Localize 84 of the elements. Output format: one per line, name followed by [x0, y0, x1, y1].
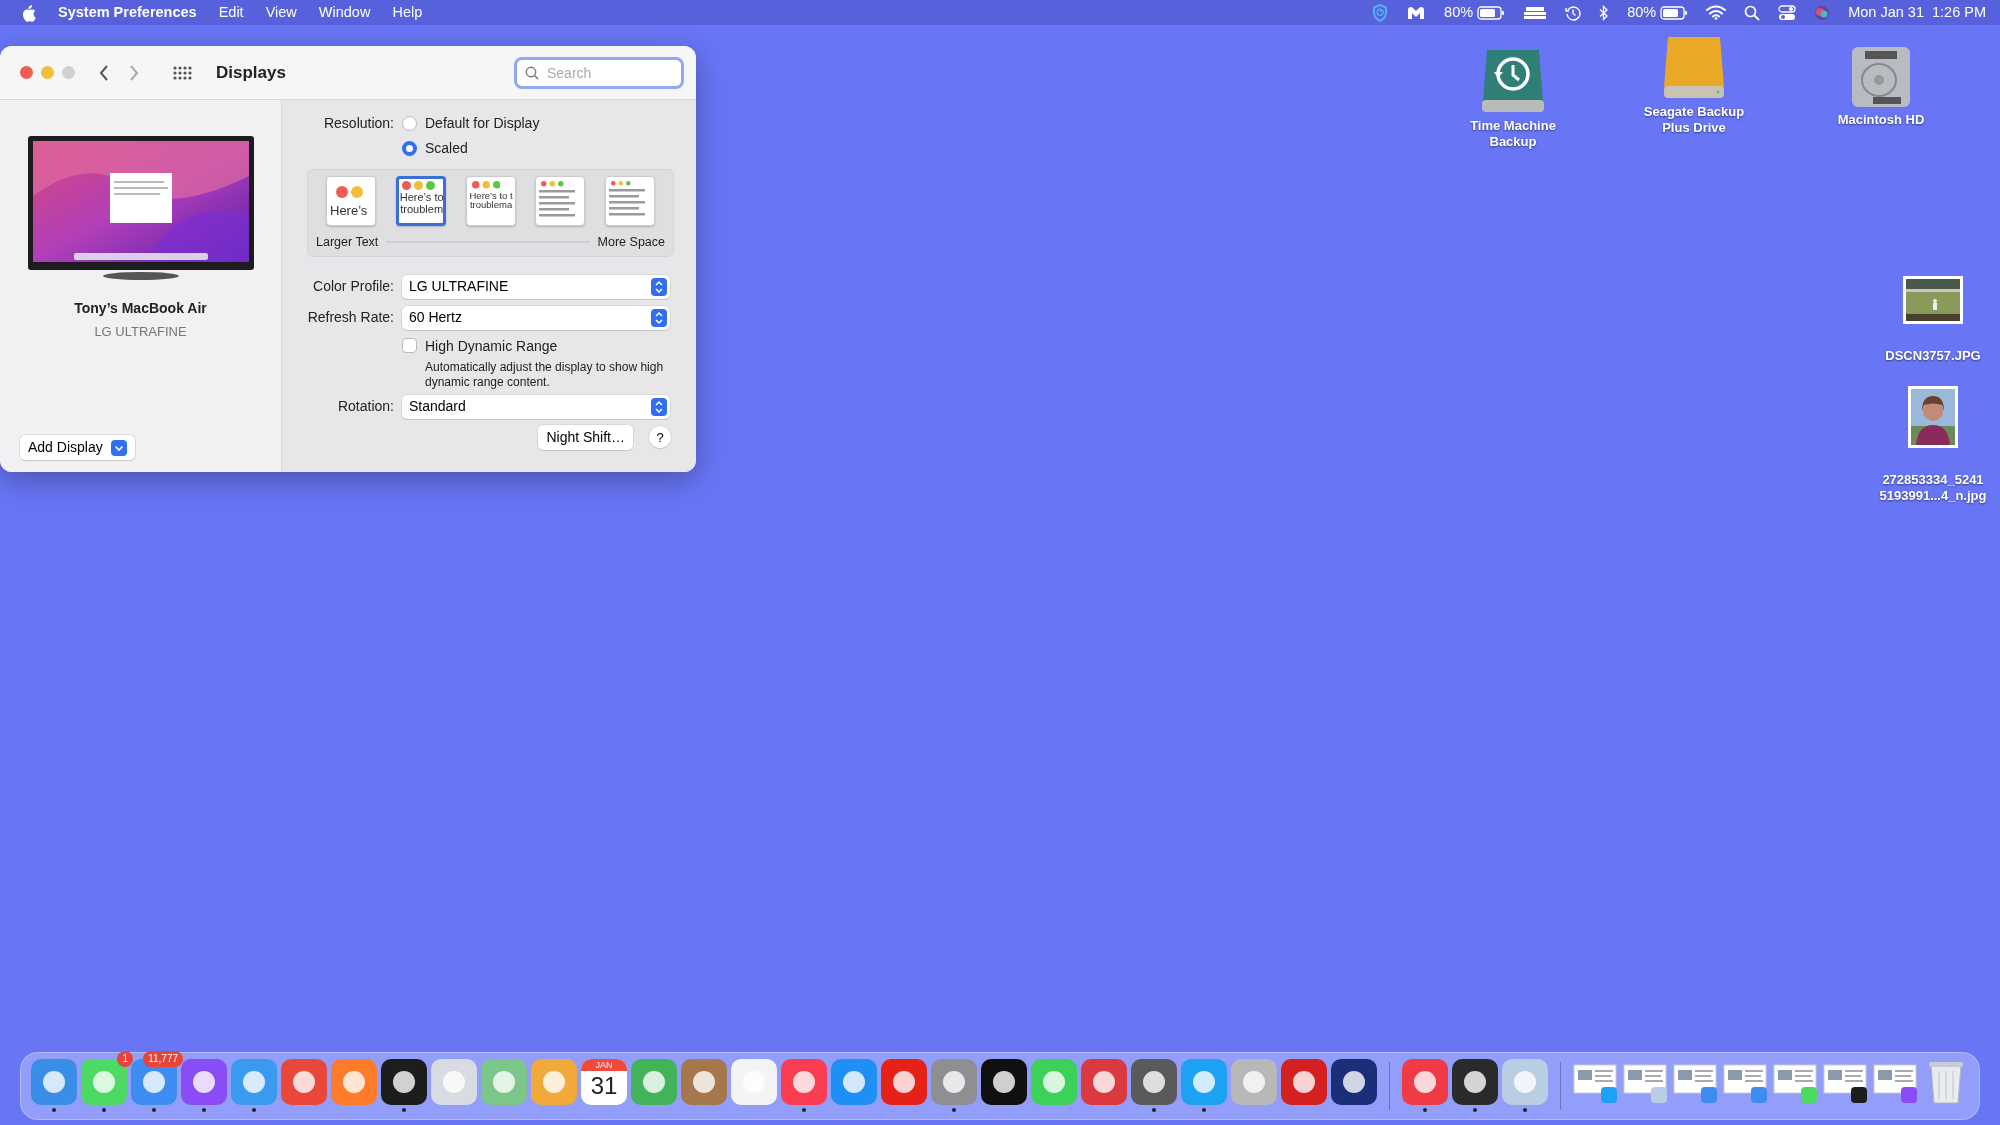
radio-option[interactable]: Scaled	[402, 138, 540, 159]
display-model: LG ULTRAFINE	[94, 323, 187, 341]
text-lines-drawing	[609, 188, 645, 217]
help-button[interactable]: ?	[649, 426, 671, 449]
minimize-button[interactable]	[41, 66, 54, 79]
shield-icon[interactable]	[1372, 3, 1389, 22]
color-profile-popup[interactable]: LG ULTRAFINE	[402, 274, 670, 299]
app-menu[interactable]: System Preferences	[58, 1, 197, 24]
sample-text: Here’s to t troublema	[469, 190, 513, 211]
close-button[interactable]	[20, 66, 33, 79]
description-text: Automatically adjust the display to show high dynamic range content.	[425, 359, 665, 391]
scale-option[interactable]: Here’s to t troublema	[465, 176, 516, 226]
app-icon[interactable]	[1452, 1059, 1498, 1105]
traffic-lights-icon	[611, 181, 631, 186]
scale-option[interactable]: Here’s	[326, 176, 376, 226]
traffic-lights-icon	[471, 181, 500, 189]
radio-option[interactable]: Default for Display	[402, 113, 540, 134]
file-label[interactable]: DSCN3757.JPG	[1885, 348, 1981, 365]
wifi-icon[interactable]	[1706, 5, 1727, 20]
color-profile-label: Color Profile:	[312, 277, 394, 297]
file-label[interactable]: Seagate Backup Plus Drive	[1643, 104, 1745, 137]
scale-option[interactable]: Here’s to troublem	[395, 176, 446, 226]
stepper-icon	[651, 308, 667, 327]
scale-option[interactable]	[535, 176, 586, 226]
radio-label: Scaled	[425, 139, 468, 158]
app-icon[interactable]	[381, 1059, 427, 1105]
battery-icon[interactable]	[1477, 5, 1506, 20]
sample-text: Here’s	[330, 204, 368, 218]
traffic-lights-icon	[541, 181, 564, 187]
search-icon[interactable]	[1744, 4, 1761, 21]
clock-icon[interactable]	[1565, 4, 1582, 21]
menu-item[interactable]: Help	[392, 1, 423, 24]
control-center-icon[interactable]	[1778, 4, 1797, 21]
refresh-rate-popup[interactable]: 60 Hertz	[402, 305, 670, 330]
scale-option[interactable]	[605, 176, 655, 226]
file-label[interactable]: 272853334_5241 5193991...4_n.jpg	[1879, 472, 1987, 505]
menu-item[interactable]: Edit	[218, 1, 244, 24]
file-label[interactable]: Macintosh HD	[1837, 112, 1925, 129]
stepper-icon	[651, 397, 667, 416]
file-label[interactable]: Time Machine Backup	[1470, 118, 1556, 151]
rotation-popup[interactable]: Standard	[402, 394, 670, 419]
stacked-bars-icon[interactable]	[1523, 5, 1548, 20]
add-display-button[interactable]: Add Display	[20, 435, 135, 460]
refresh-rate-label: Refresh Rate:	[306, 308, 394, 328]
traffic-lights-icon	[336, 186, 363, 198]
chevron-down-icon	[110, 439, 127, 456]
clock-text[interactable]: Mon Jan 31 1:26 PM	[1848, 1, 1986, 24]
checkbox[interactable]	[402, 337, 417, 353]
siri-icon[interactable]	[1814, 4, 1831, 21]
app-icon[interactable]	[981, 1059, 1027, 1105]
checkbox-label: High Dynamic Range	[425, 336, 559, 356]
search-icon	[525, 65, 539, 80]
grid-icon[interactable]	[173, 65, 192, 80]
time-machine-drive-icon[interactable]	[1481, 48, 1545, 114]
bluetooth-icon[interactable]	[1599, 4, 1610, 21]
back-chevron-icon[interactable]	[99, 64, 109, 81]
m-logo-icon[interactable]	[1406, 4, 1427, 21]
search-field[interactable]: Search	[514, 56, 684, 89]
radio-label: Default for Display	[425, 114, 540, 133]
forward-chevron-icon[interactable]	[129, 64, 139, 81]
battery-percent[interactable]: 80%	[1444, 1, 1474, 24]
external-drive-icon[interactable]	[1663, 36, 1725, 100]
traffic-lights-icon	[401, 181, 435, 190]
app-icon[interactable]	[1331, 1059, 1377, 1105]
night-shift-button[interactable]: Night Shift…	[538, 424, 633, 450]
window-title: Displays	[216, 61, 286, 84]
radio-button[interactable]	[402, 141, 417, 156]
menu-item[interactable]: Window	[318, 1, 371, 24]
text-lines-drawing	[539, 189, 576, 218]
rotation-label: Rotation:	[336, 397, 394, 417]
scale-max-label: More Space	[597, 234, 665, 251]
radio-button[interactable]	[402, 116, 417, 131]
calendar-icon[interactable]: JAN 31	[581, 1059, 627, 1105]
apple-logo-icon[interactable]	[20, 3, 36, 22]
notification-badge: 1	[117, 1051, 133, 1067]
battery-percent[interactable]: 80%	[1627, 1, 1657, 24]
sample-text: Here’s to troublem	[399, 192, 443, 216]
scale-min-label: Larger Text	[316, 234, 379, 251]
display-name: Tony’s MacBook Air	[74, 299, 207, 318]
battery-icon[interactable]	[1660, 5, 1689, 20]
stepper-icon	[651, 277, 667, 296]
notification-badge: 11,777	[143, 1051, 183, 1067]
menu-item[interactable]: View	[265, 1, 297, 24]
resolution-label: Resolution:	[322, 114, 394, 133]
